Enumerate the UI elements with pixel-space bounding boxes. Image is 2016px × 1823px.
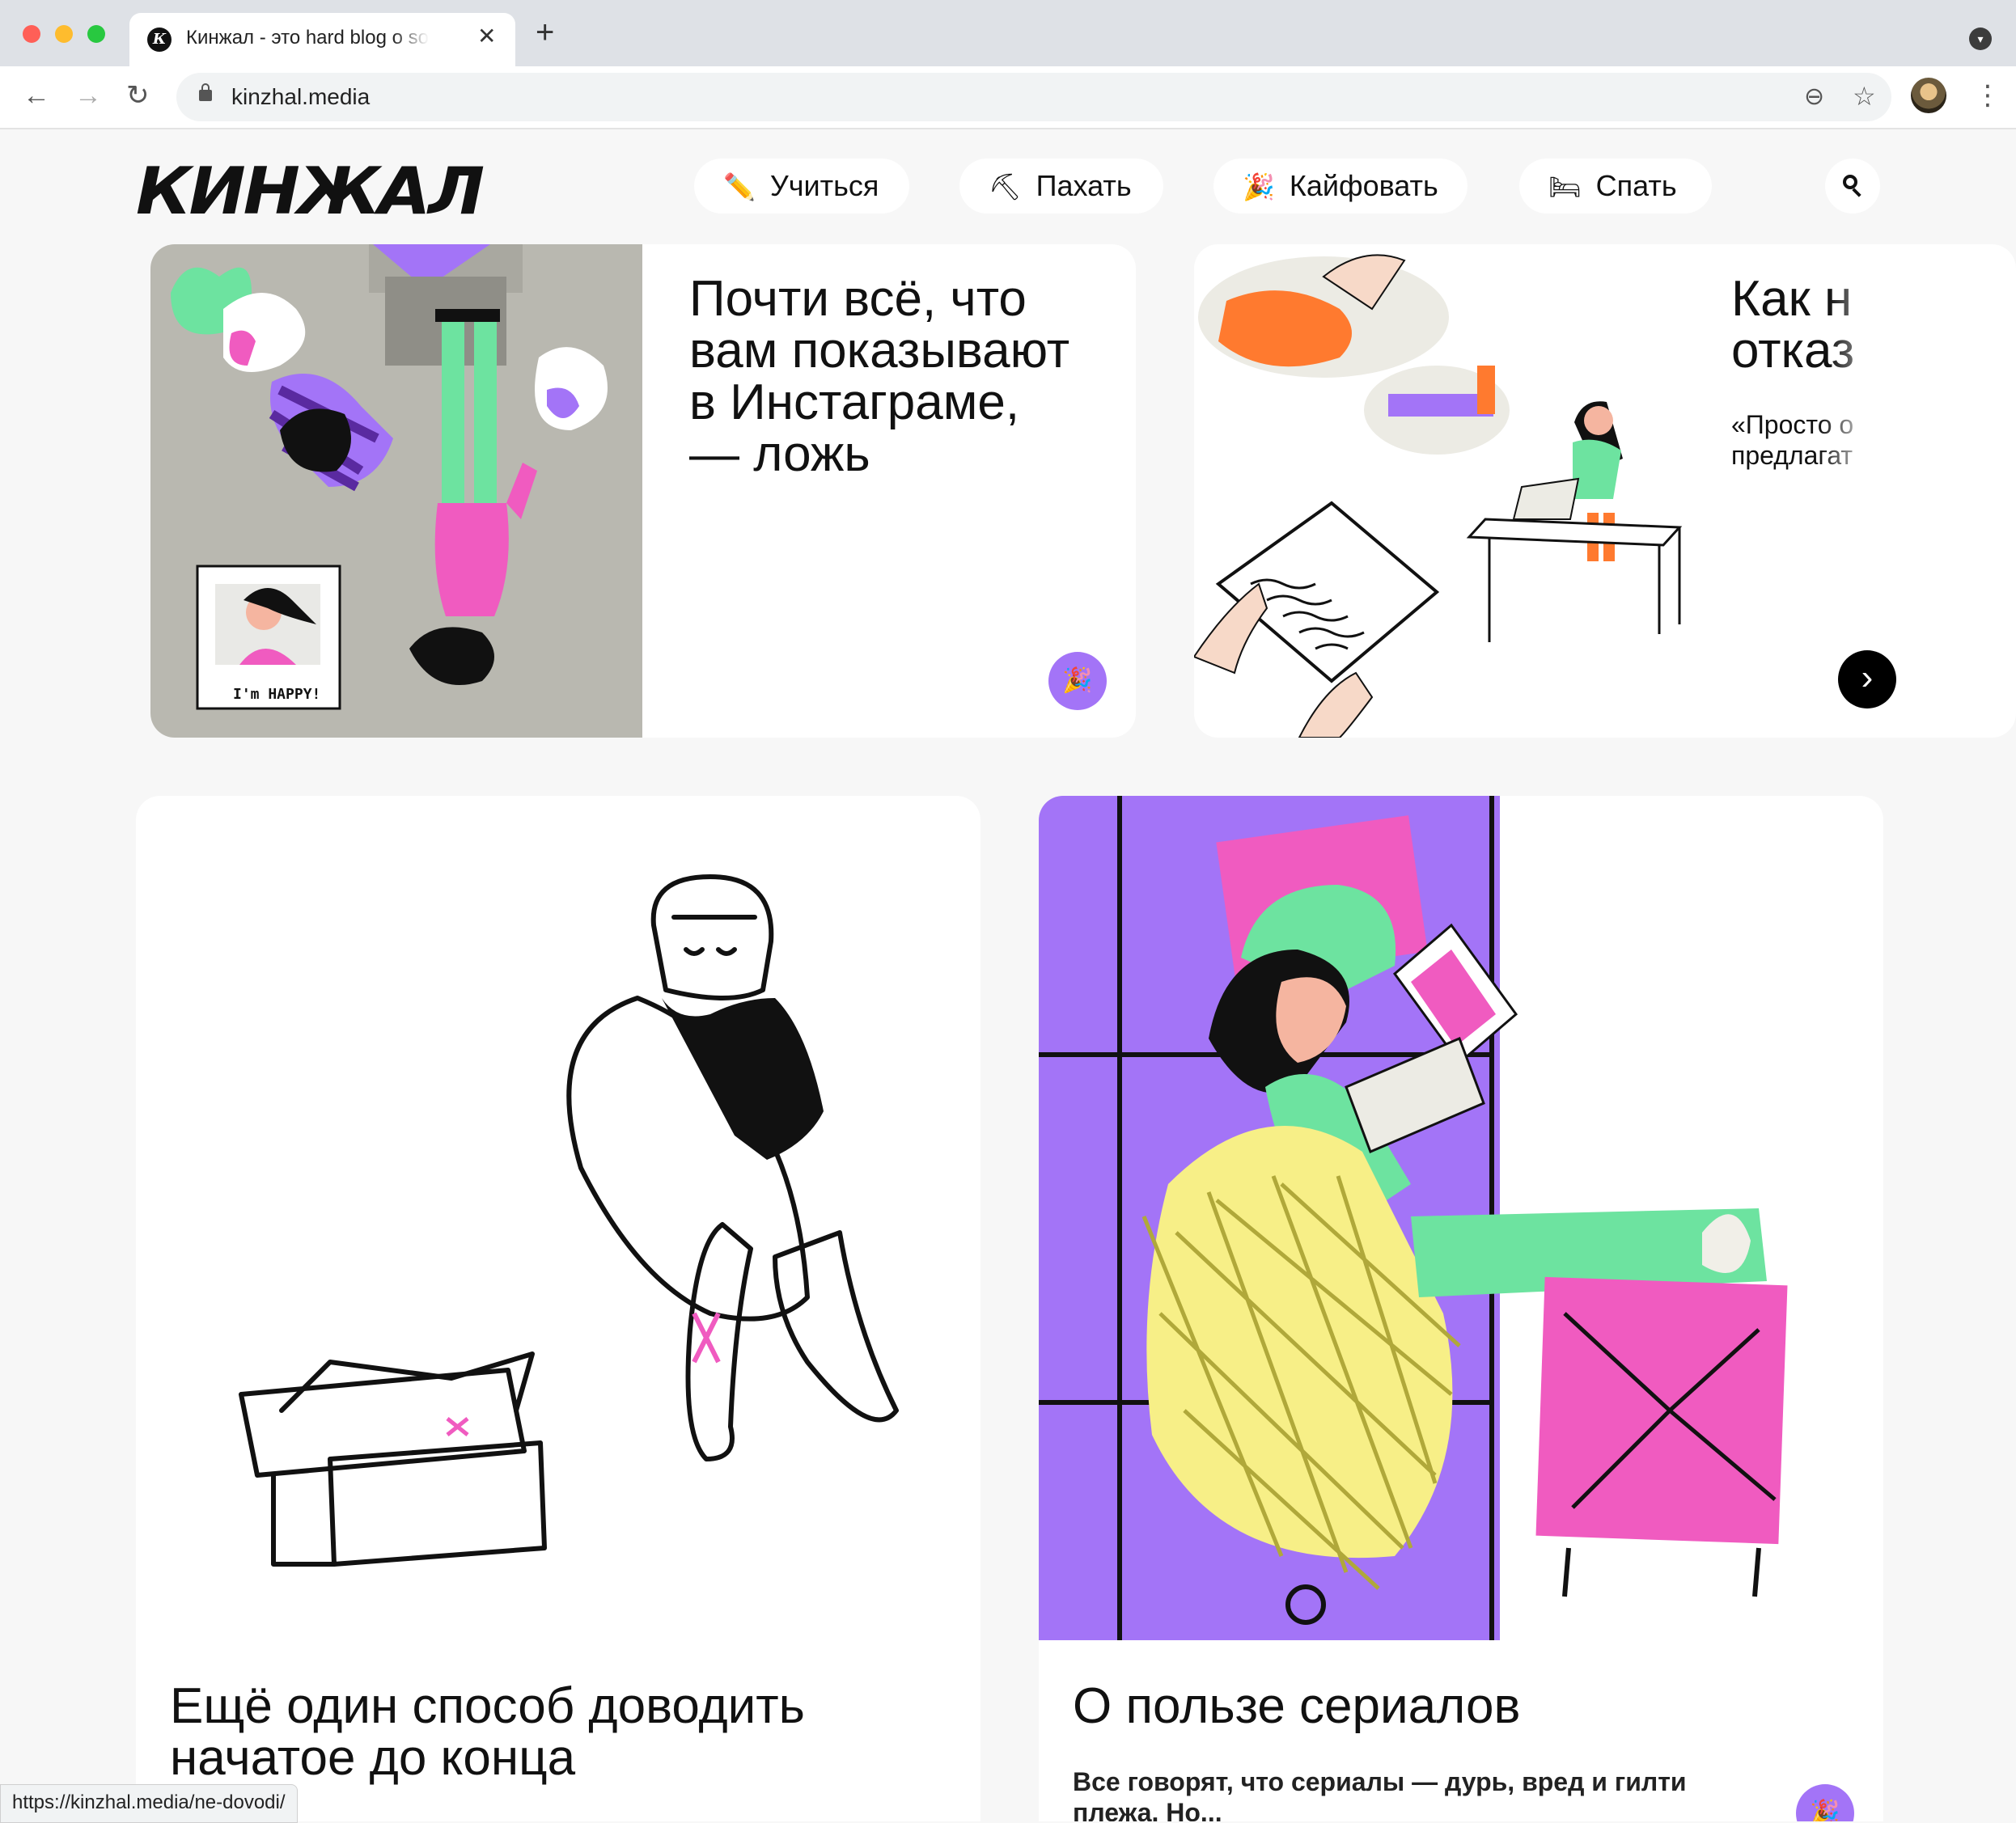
tab-bar: К Кинжал - это hard blog о soft skills ✕… [0,0,2016,66]
article-excerpt: Все говорят, что сериалы — дурь, вред и … [1073,1767,1687,1821]
new-tab-button[interactable]: + [536,16,554,49]
carousel-card-refuse[interactable]: Как н отказ «Просто о предлагат [1194,244,2016,738]
refuse-illustration [1194,254,1683,738]
reload-icon[interactable]: ↻ [126,79,150,112]
lock-icon[interactable] [199,83,212,101]
browser-toolbar: ← → ↻ kinzhal.media ⊖ ☆ [0,66,2016,129]
nav-sleep[interactable]: 🛏 Спать [1519,159,1712,214]
instagram-illustration: I'm HAPPY! [150,244,642,738]
window-maximize-button[interactable] [87,25,105,43]
window-minimize-button[interactable] [55,25,73,43]
pencil-icon: ✏️ [723,172,756,201]
nav-enjoy[interactable]: 🎉 Кайфовать [1213,159,1468,214]
card-title[interactable]: Почти всё, что вам показывают в Инстагра… [689,273,1126,480]
tab-title: Кинжал - это hard blog о soft skills [186,27,429,49]
article-title[interactable]: Ещё один способ доводить начатое до конц… [170,1681,963,1784]
nav-learn[interactable]: ✏️ Учиться [694,159,909,214]
profile-avatar[interactable] [1911,78,1946,113]
finish-illustration [239,874,899,1567]
article-card-finish[interactable]: Ещё один способ доводить начатое до конц… [136,796,980,1821]
tab-search-icon[interactable]: ▾ [1969,27,1992,50]
back-icon[interactable]: ← [23,79,50,112]
nav-work[interactable]: ⛏ Пахать [959,159,1163,214]
bookmark-star-icon[interactable]: ☆ [1853,81,1876,112]
search-button[interactable] [1825,159,1880,214]
bed-icon: 🛏 [1548,172,1582,201]
window-close-button[interactable] [23,25,40,43]
nav-label: Пахать [1036,169,1132,202]
status-url-bar: https://kinzhal.media/ne-dovodi/ [0,1784,298,1823]
nav-label: Спать [1595,169,1677,202]
tab-close-icon[interactable]: ✕ [477,23,496,49]
zoom-icon[interactable]: ⊖ [1804,82,1824,111]
forward-icon[interactable]: → [74,79,102,112]
address-bar[interactable]: kinzhal.media ⊖ ☆ [176,73,1891,121]
card-title[interactable]: Как н отказ [1731,273,1893,377]
site-favicon-icon: К [147,27,172,52]
series-illustration [1039,796,1883,1640]
url-text[interactable]: kinzhal.media [231,84,370,110]
category-badge-icon[interactable]: 🎉 [1048,652,1107,710]
browser-tab[interactable]: К Кинжал - это hard blog о soft skills ✕ [129,13,515,66]
category-badge-icon[interactable]: 🎉 [1796,1784,1854,1821]
site-logo[interactable]: КИНЖАЛ [136,154,485,229]
browser-menu-icon[interactable]: ⋮ [1974,78,2001,113]
search-icon [1843,175,1857,189]
article-card-series[interactable]: О пользе сериалов Все говорят, что сериа… [1039,796,1883,1821]
card-subtitle: «Просто о предлагат [1731,410,1854,470]
article-title[interactable]: О пользе сериалов [1073,1681,1866,1732]
party-popper-icon: 🎉 [1243,172,1275,201]
pickaxe-icon: ⛏ [989,172,1022,201]
carousel-next-icon[interactable]: › [1838,650,1896,708]
illustration-caption: I'm HAPPY! [233,686,320,703]
nav-label: Кайфовать [1289,169,1438,202]
nav-label: Учиться [769,169,879,202]
carousel-card-instagram[interactable]: I'm HAPPY! Почти всё, что вам показывают… [150,244,1136,738]
